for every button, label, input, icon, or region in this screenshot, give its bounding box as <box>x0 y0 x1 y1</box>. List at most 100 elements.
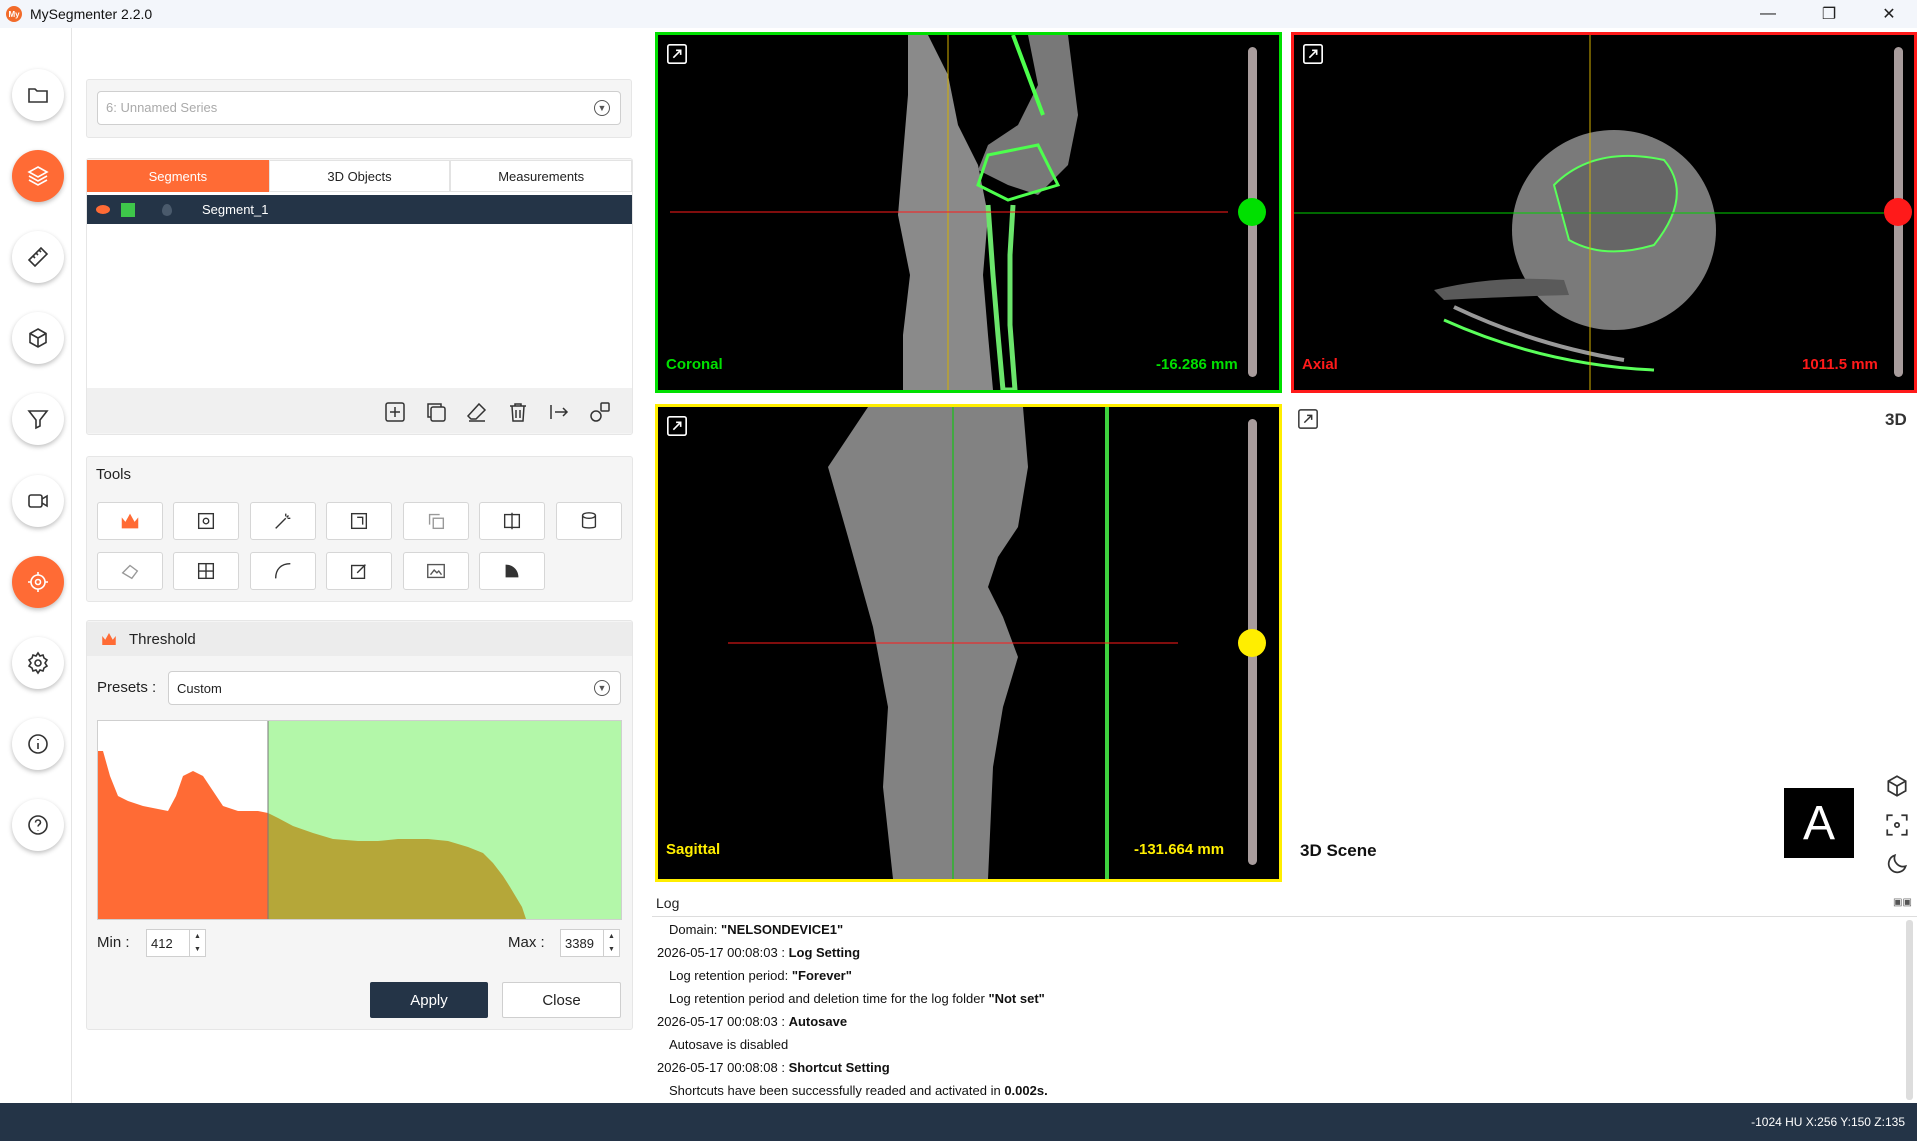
expand-icon[interactable] <box>666 43 688 65</box>
min-input[interactable]: 412 ▲ ▼ <box>146 929 206 957</box>
cylinder-icon <box>581 512 597 529</box>
chevron-up-icon[interactable]: ▲ <box>608 933 615 940</box>
nav-sidebar <box>0 28 72 1103</box>
presets-label: Presets : <box>97 679 157 696</box>
tool-threshold[interactable] <box>97 502 163 540</box>
scene-3d-label: 3D Scene <box>1300 841 1377 860</box>
log-title: Log <box>656 895 680 911</box>
threshold-title: Threshold <box>129 630 196 648</box>
list-item[interactable]: Segment_1 <box>87 195 632 224</box>
tab-segments[interactable]: Segments <box>87 160 269 192</box>
expand-icon[interactable] <box>666 415 688 437</box>
status-readout: -1024 HU X:256 Y:150 Z:135 <box>1751 1115 1905 1129</box>
chevron-down-icon[interactable]: ▼ <box>194 946 201 953</box>
histogram-curve-outside <box>98 751 268 919</box>
log-line: 2026-05-17 00:08:03 : Autosave <box>657 1014 848 1029</box>
log-scrollbar[interactable] <box>1906 920 1913 1100</box>
orientation-cube[interactable]: A <box>1784 788 1854 858</box>
tool-paint[interactable] <box>326 502 392 540</box>
chevron-down-icon[interactable]: ▼ <box>608 946 615 953</box>
close-window-button[interactable]: ✕ <box>1866 0 1912 28</box>
maximize-button[interactable]: ❐ <box>1806 0 1852 28</box>
nav-measure-button[interactable] <box>12 231 64 283</box>
segment-tabs: Segments 3D Objects Measurements <box>87 160 633 192</box>
threshold-header: Threshold <box>87 622 632 656</box>
minimize-button[interactable]: — <box>1745 0 1791 28</box>
sagittal-image <box>728 407 1178 879</box>
focus-icon[interactable] <box>1884 812 1910 838</box>
status-bar: -1024 HU X:256 Y:150 Z:135 <box>0 1103 1917 1141</box>
tool-edit[interactable] <box>326 552 392 590</box>
duplicate-icon[interactable] <box>424 400 448 424</box>
close-button[interactable]: Close <box>502 982 621 1018</box>
max-spinner[interactable]: ▲ ▼ <box>603 930 619 956</box>
apply-button[interactable]: Apply <box>370 982 488 1018</box>
chevron-up-icon[interactable]: ▲ <box>194 933 201 940</box>
app-title: MySegmenter 2.2.0 <box>30 6 153 22</box>
nav-help-button[interactable] <box>12 799 64 851</box>
segment-color-swatch[interactable] <box>121 202 135 217</box>
moon-icon[interactable] <box>1884 851 1910 877</box>
tool-morphology[interactable] <box>403 502 469 540</box>
coronal-label: Coronal <box>666 356 723 373</box>
log-line: 2026-05-17 00:08:08 : Shortcut Setting <box>657 1060 890 1075</box>
coronal-slider-handle[interactable] <box>1238 198 1266 226</box>
max-value: 3389 <box>565 936 594 951</box>
nav-segmentation-button[interactable] <box>12 150 64 202</box>
coronal-viewport[interactable]: Coronal -16.286 mm <box>655 32 1282 393</box>
tool-split[interactable] <box>479 502 545 540</box>
min-label: Min : <box>97 934 130 951</box>
nav-filter-button[interactable] <box>12 393 64 445</box>
max-label: Max : <box>508 934 545 951</box>
sagittal-slider-handle[interactable] <box>1238 629 1266 657</box>
opacity-icon[interactable] <box>162 203 172 216</box>
export-icon[interactable] <box>547 400 571 424</box>
presets-dropdown[interactable]: Custom ▼ <box>168 671 621 705</box>
scene-3d-viewport[interactable]: 3D 3D Scene A <box>1287 398 1917 883</box>
axial-position: 1011.5 mm <box>1802 356 1878 373</box>
tool-region[interactable] <box>173 502 239 540</box>
tab-3d-objects[interactable]: 3D Objects <box>268 160 451 192</box>
nav-info-button[interactable] <box>12 718 64 770</box>
log-dock-icons[interactable]: ▣▣ <box>1893 897 1912 908</box>
tool-grid[interactable] <box>173 552 239 590</box>
edit-icon <box>350 564 366 580</box>
axial-viewport[interactable]: Axial 1011.5 mm <box>1291 32 1917 393</box>
expand-icon[interactable] <box>1297 408 1319 430</box>
min-spinner[interactable]: ▲ ▼ <box>189 930 205 956</box>
tab-measurements[interactable]: Measurements <box>450 160 633 192</box>
tool-magic-wand[interactable] <box>250 502 316 540</box>
title-bar: My MySegmenter 2.2.0 — ❐ ✕ <box>0 0 1917 28</box>
nav-settings-button[interactable] <box>12 637 64 689</box>
eraser-icon[interactable] <box>465 400 489 424</box>
trash-icon[interactable] <box>506 400 530 424</box>
log-line: Domain: "NELSONDEVICE1" <box>669 922 844 937</box>
nav-record-button[interactable] <box>12 475 64 527</box>
segment-list: Segment_1 <box>87 192 632 388</box>
tool-scale[interactable] <box>479 552 545 590</box>
log-panel[interactable]: Domain: "NELSONDEVICE1" 2026-05-17 00:08… <box>652 916 1917 1103</box>
nav-open-button[interactable] <box>12 69 64 121</box>
coronal-image <box>670 35 1228 390</box>
threshold-histogram[interactable] <box>97 720 622 920</box>
eye-icon[interactable] <box>96 205 110 214</box>
sagittal-label: Sagittal <box>666 841 721 858</box>
nav-3d-button[interactable] <box>12 312 64 364</box>
tool-curve[interactable] <box>250 552 316 590</box>
tool-cylinder[interactable] <box>556 502 622 540</box>
series-dropdown[interactable]: 6: Unnamed Series ▼ <box>97 91 621 125</box>
expand-icon[interactable] <box>1302 43 1324 65</box>
sagittal-viewport[interactable]: Sagittal -131.664 mm <box>655 404 1282 882</box>
tool-lasso[interactable] <box>97 552 163 590</box>
tool-image[interactable] <box>403 552 469 590</box>
add-segment-icon[interactable] <box>383 400 407 424</box>
tools-title: Tools <box>96 466 132 483</box>
layers-3d-icon <box>428 513 445 530</box>
shapes-icon[interactable] <box>588 400 612 424</box>
nav-target-button[interactable] <box>12 556 64 608</box>
axial-slider-handle[interactable] <box>1884 198 1912 226</box>
axial-image <box>1294 35 1884 390</box>
max-input[interactable]: 3389 ▲ ▼ <box>560 929 620 957</box>
paint-icon <box>350 512 368 530</box>
cube-icon[interactable] <box>1884 773 1910 799</box>
